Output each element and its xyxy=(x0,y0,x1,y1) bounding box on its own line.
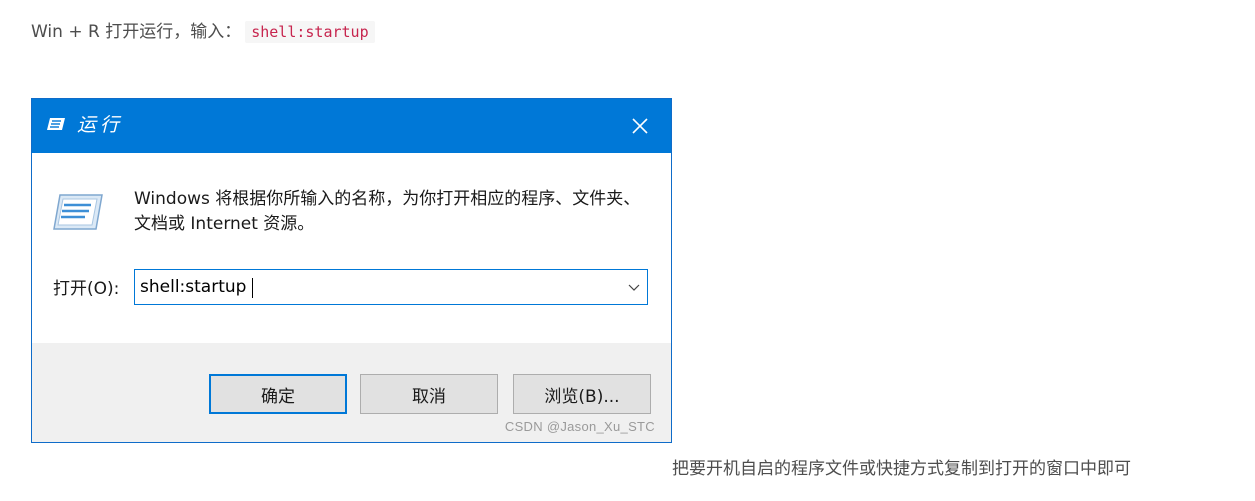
run-dialog: 运行 Windows 将根据你所输入的名称，为你打开相应的程序、文件夹、文档或 … xyxy=(31,98,672,443)
open-label: 打开(O): xyxy=(53,279,120,299)
outro-text: 把要开机自启的程序文件或快捷方式复制到打开的窗口中即可 xyxy=(672,459,1131,479)
watermark: CSDN @Jason_Xu_STC xyxy=(504,419,655,434)
chevron-down-icon[interactable] xyxy=(627,280,641,294)
close-icon xyxy=(632,118,648,134)
browse-button[interactable]: 浏览(B)... xyxy=(513,374,651,414)
intro-text: Win + R 打开运行，输入： xyxy=(31,22,242,42)
text-cursor xyxy=(252,278,253,298)
title-bar[interactable]: 运行 xyxy=(32,99,671,153)
cancel-button[interactable]: 取消 xyxy=(360,374,498,414)
ok-button[interactable]: 确定 xyxy=(209,374,347,414)
close-button[interactable] xyxy=(609,99,671,153)
open-input[interactable] xyxy=(135,270,620,304)
intro-line: Win + R 打开运行，输入： shell:startup xyxy=(31,20,375,44)
dialog-description: Windows 将根据你所输入的名称，为你打开相应的程序、文件夹、文档或 Int… xyxy=(134,189,641,234)
run-program-icon xyxy=(53,194,103,230)
inline-code: shell:startup xyxy=(245,21,375,43)
open-combobox[interactable] xyxy=(134,269,648,305)
run-window-icon xyxy=(47,118,65,130)
dialog-title: 运行 xyxy=(77,114,124,136)
